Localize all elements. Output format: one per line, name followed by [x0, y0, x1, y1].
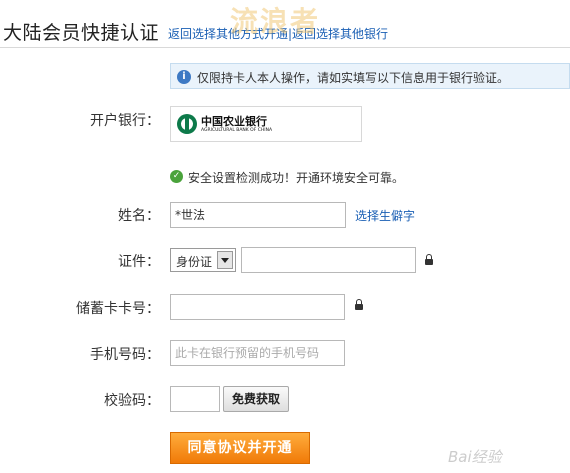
phone-label: 手机号码：: [90, 347, 160, 363]
bank-name-en: AGRICULTURAL BANK OF CHINA: [201, 128, 273, 133]
id-number-input[interactable]: [241, 247, 416, 273]
card-number-label: 储蓄卡卡号：: [76, 301, 160, 317]
info-icon: i: [177, 70, 191, 84]
lock-icon: [355, 299, 363, 310]
bank-logo-box: 中国农业银行 AGRICULTURAL BANK OF CHINA: [170, 106, 362, 142]
lock-icon: [425, 254, 433, 265]
header-divider: [0, 47, 570, 48]
id-type-select[interactable]: 身份证: [170, 248, 236, 272]
info-notice: i 仅限持卡人本人操作，请如实填写以下信息用于银行验证。: [170, 63, 570, 89]
notice-text: 仅限持卡人本人操作，请如实填写以下信息用于银行验证。: [197, 71, 510, 85]
page-title: 大陆会员快捷认证: [3, 22, 160, 44]
rare-char-link[interactable]: 选择生僻字: [355, 207, 415, 224]
bank-label: 开户银行：: [90, 113, 160, 129]
verification-code-input[interactable]: [170, 386, 220, 412]
name-label: 姓名：: [118, 208, 160, 224]
footer-watermark: Bai经验: [448, 448, 502, 466]
phone-placeholder: 此卡在银行预留的手机号码: [175, 346, 320, 360]
agree-and-activate-button[interactable]: 同意协议并开通: [170, 432, 310, 464]
page-header: 大陆会员快捷认证 返回选择其他方式开通|返回选择其他银行 流浪者: [0, 0, 570, 48]
name-input[interactable]: *世法: [170, 202, 346, 228]
security-check-text: 安全设置检测成功！开通环境安全可靠。: [188, 171, 405, 185]
watermark: 流浪者: [230, 5, 321, 38]
abc-bank-logo-icon: [177, 114, 197, 134]
id-label: 证件：: [118, 254, 160, 270]
chevron-down-icon[interactable]: [217, 251, 233, 269]
phone-input[interactable]: 此卡在银行预留的手机号码: [170, 340, 345, 366]
verification-code-label: 校验码：: [104, 393, 160, 409]
id-type-selected: 身份证: [176, 255, 213, 269]
bank-name-cn: 中国农业银行: [201, 115, 267, 128]
card-number-input[interactable]: [170, 294, 345, 320]
get-code-button[interactable]: 免费获取: [223, 386, 289, 412]
check-icon: ✓: [170, 170, 183, 183]
